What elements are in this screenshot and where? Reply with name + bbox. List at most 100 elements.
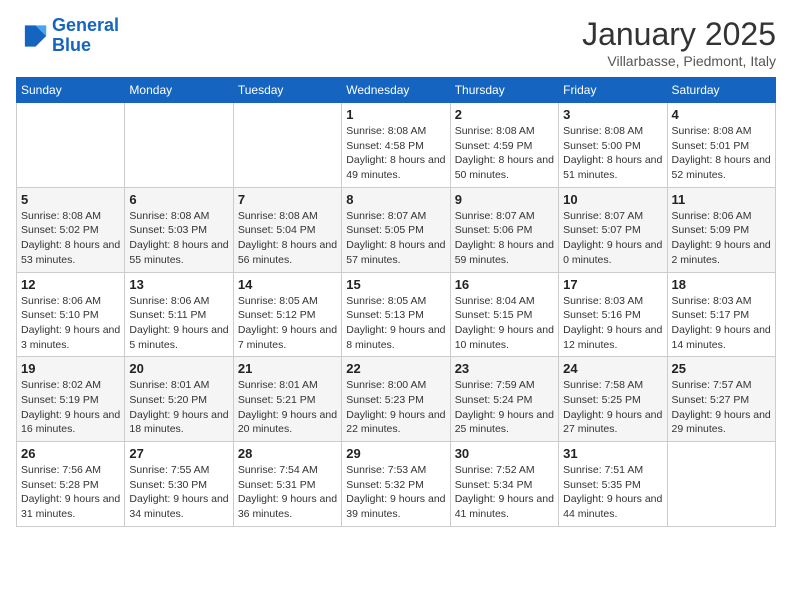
calendar-cell: 22Sunrise: 8:00 AM Sunset: 5:23 PM Dayli… xyxy=(342,357,450,442)
day-number: 12 xyxy=(21,277,120,292)
day-number: 18 xyxy=(672,277,771,292)
day-info: Sunrise: 8:01 AM Sunset: 5:20 PM Dayligh… xyxy=(129,378,228,437)
day-info: Sunrise: 7:52 AM Sunset: 5:34 PM Dayligh… xyxy=(455,463,554,522)
day-number: 21 xyxy=(238,361,337,376)
calendar-cell: 15 Sunrise: 8:05 AM Sunset: 5:13 PM Dayli… xyxy=(342,272,450,357)
day-info: Sunrise: 8:08 AM Sunset: 5:02 PM Dayligh… xyxy=(21,209,120,268)
calendar-cell: 25 Sunrise: 7:57 AM Sunset: 5:27 PM Dayli… xyxy=(667,357,775,442)
calendar-cell: 30 Sunrise: 7:52 AM Sunset: 5:34 PM Dayli… xyxy=(450,442,558,527)
calendar-table: SundayMondayTuesdayWednesdayThursdayFrid… xyxy=(16,77,776,527)
page-header: General Blue January 2025 Villarbasse, P… xyxy=(16,16,776,69)
day-number: 29 xyxy=(346,446,445,461)
day-info: Sunrise: 7:54 AM Sunset: 5:31 PM Dayligh… xyxy=(238,463,337,522)
weekday-header: Tuesday xyxy=(233,78,341,103)
calendar-week-row: 12 Sunrise: 8:06 AM Sunset: 5:10 PM Dayli… xyxy=(17,272,776,357)
calendar-cell: 12 Sunrise: 8:06 AM Sunset: 5:10 PM Dayli… xyxy=(17,272,125,357)
day-number: 13 xyxy=(129,277,228,292)
location-subtitle: Villarbasse, Piedmont, Italy xyxy=(582,53,776,69)
day-number: 2 xyxy=(455,107,554,122)
day-number: 27 xyxy=(129,446,228,461)
day-info: Sunrise: 8:00 AM Sunset: 5:23 PM Dayligh… xyxy=(346,378,445,437)
day-number: 25 xyxy=(672,361,771,376)
day-number: 15 xyxy=(346,277,445,292)
calendar-cell: 14Sunrise: 8:05 AM Sunset: 5:12 PM Dayli… xyxy=(233,272,341,357)
month-title: January 2025 xyxy=(582,16,776,53)
day-info: Sunrise: 7:53 AM Sunset: 5:32 PM Dayligh… xyxy=(346,463,445,522)
weekday-header: Friday xyxy=(559,78,667,103)
day-number: 11 xyxy=(672,192,771,207)
weekday-header: Monday xyxy=(125,78,233,103)
day-info: Sunrise: 8:08 AM Sunset: 5:03 PM Dayligh… xyxy=(129,209,228,268)
logo-line1: General xyxy=(52,15,119,35)
day-number: 31 xyxy=(563,446,662,461)
calendar-cell: 10 Sunrise: 8:07 AM Sunset: 5:07 PM Dayli… xyxy=(559,187,667,272)
day-number: 26 xyxy=(21,446,120,461)
day-info: Sunrise: 8:02 AM Sunset: 5:19 PM Dayligh… xyxy=(21,378,120,437)
day-info: Sunrise: 8:07 AM Sunset: 5:05 PM Dayligh… xyxy=(346,209,445,268)
day-info: Sunrise: 8:08 AM Sunset: 5:04 PM Dayligh… xyxy=(238,209,337,268)
day-number: 5 xyxy=(21,192,120,207)
calendar-cell: 7 Sunrise: 8:08 AM Sunset: 5:04 PM Daylig… xyxy=(233,187,341,272)
day-number: 24 xyxy=(563,361,662,376)
day-number: 3 xyxy=(563,107,662,122)
day-number: 1 xyxy=(346,107,445,122)
day-info: Sunrise: 7:59 AM Sunset: 5:24 PM Dayligh… xyxy=(455,378,554,437)
day-number: 6 xyxy=(129,192,228,207)
day-number: 19 xyxy=(21,361,120,376)
calendar-cell: 11 Sunrise: 8:06 AM Sunset: 5:09 PM Dayli… xyxy=(667,187,775,272)
calendar-week-row: 1 Sunrise: 8:08 AM Sunset: 4:58 PM Daylig… xyxy=(17,103,776,188)
day-info: Sunrise: 8:04 AM Sunset: 5:15 PM Dayligh… xyxy=(455,294,554,353)
day-number: 4 xyxy=(672,107,771,122)
calendar-cell: 19 Sunrise: 8:02 AM Sunset: 5:19 PM Dayli… xyxy=(17,357,125,442)
day-info: Sunrise: 7:55 AM Sunset: 5:30 PM Dayligh… xyxy=(129,463,228,522)
day-info: Sunrise: 8:05 AM Sunset: 5:13 PM Dayligh… xyxy=(346,294,445,353)
day-number: 8 xyxy=(346,192,445,207)
calendar-cell: 21Sunrise: 8:01 AM Sunset: 5:21 PM Dayli… xyxy=(233,357,341,442)
day-info: Sunrise: 8:07 AM Sunset: 5:07 PM Dayligh… xyxy=(563,209,662,268)
day-info: Sunrise: 8:06 AM Sunset: 5:09 PM Dayligh… xyxy=(672,209,771,268)
day-info: Sunrise: 7:57 AM Sunset: 5:27 PM Dayligh… xyxy=(672,378,771,437)
calendar-week-row: 26 Sunrise: 7:56 AM Sunset: 5:28 PM Dayli… xyxy=(17,442,776,527)
calendar-cell: 6 Sunrise: 8:08 AM Sunset: 5:03 PM Daylig… xyxy=(125,187,233,272)
weekday-header: Wednesday xyxy=(342,78,450,103)
calendar-cell: 28 Sunrise: 7:54 AM Sunset: 5:31 PM Dayli… xyxy=(233,442,341,527)
calendar-week-row: 5 Sunrise: 8:08 AM Sunset: 5:02 PM Daylig… xyxy=(17,187,776,272)
day-info: Sunrise: 7:56 AM Sunset: 5:28 PM Dayligh… xyxy=(21,463,120,522)
calendar-cell: 23Sunrise: 7:59 AM Sunset: 5:24 PM Dayli… xyxy=(450,357,558,442)
day-number: 9 xyxy=(455,192,554,207)
day-info: Sunrise: 8:08 AM Sunset: 4:59 PM Dayligh… xyxy=(455,124,554,183)
calendar-cell: 5 Sunrise: 8:08 AM Sunset: 5:02 PM Daylig… xyxy=(17,187,125,272)
logo-line2: Blue xyxy=(52,35,91,55)
day-info: Sunrise: 8:05 AM Sunset: 5:12 PM Dayligh… xyxy=(238,294,337,353)
calendar-cell xyxy=(233,103,341,188)
weekday-header: Saturday xyxy=(667,78,775,103)
weekday-header-row: SundayMondayTuesdayWednesdayThursdayFrid… xyxy=(17,78,776,103)
calendar-week-row: 19 Sunrise: 8:02 AM Sunset: 5:19 PM Dayli… xyxy=(17,357,776,442)
weekday-header: Sunday xyxy=(17,78,125,103)
day-number: 10 xyxy=(563,192,662,207)
calendar-cell xyxy=(17,103,125,188)
calendar-cell: 2 Sunrise: 8:08 AM Sunset: 4:59 PM Daylig… xyxy=(450,103,558,188)
calendar-cell: 31Sunrise: 7:51 AM Sunset: 5:35 PM Dayli… xyxy=(559,442,667,527)
calendar-cell: 9 Sunrise: 8:07 AM Sunset: 5:06 PM Daylig… xyxy=(450,187,558,272)
calendar-cell: 29 Sunrise: 7:53 AM Sunset: 5:32 PM Dayli… xyxy=(342,442,450,527)
day-info: Sunrise: 8:08 AM Sunset: 5:00 PM Dayligh… xyxy=(563,124,662,183)
day-number: 20 xyxy=(129,361,228,376)
day-info: Sunrise: 8:07 AM Sunset: 5:06 PM Dayligh… xyxy=(455,209,554,268)
calendar-cell: 20 Sunrise: 8:01 AM Sunset: 5:20 PM Dayli… xyxy=(125,357,233,442)
day-info: Sunrise: 8:08 AM Sunset: 4:58 PM Dayligh… xyxy=(346,124,445,183)
day-info: Sunrise: 8:06 AM Sunset: 5:11 PM Dayligh… xyxy=(129,294,228,353)
day-info: Sunrise: 8:08 AM Sunset: 5:01 PM Dayligh… xyxy=(672,124,771,183)
calendar-cell xyxy=(667,442,775,527)
calendar-cell: 4 Sunrise: 8:08 AM Sunset: 5:01 PM Daylig… xyxy=(667,103,775,188)
title-block: January 2025 Villarbasse, Piedmont, Ital… xyxy=(582,16,776,69)
day-number: 16 xyxy=(455,277,554,292)
day-number: 28 xyxy=(238,446,337,461)
day-number: 7 xyxy=(238,192,337,207)
day-info: Sunrise: 8:06 AM Sunset: 5:10 PM Dayligh… xyxy=(21,294,120,353)
day-number: 30 xyxy=(455,446,554,461)
calendar-cell: 18Sunrise: 8:03 AM Sunset: 5:17 PM Dayli… xyxy=(667,272,775,357)
calendar-cell: 1 Sunrise: 8:08 AM Sunset: 4:58 PM Daylig… xyxy=(342,103,450,188)
calendar-cell: 16 Sunrise: 8:04 AM Sunset: 5:15 PM Dayli… xyxy=(450,272,558,357)
day-info: Sunrise: 7:58 AM Sunset: 5:25 PM Dayligh… xyxy=(563,378,662,437)
